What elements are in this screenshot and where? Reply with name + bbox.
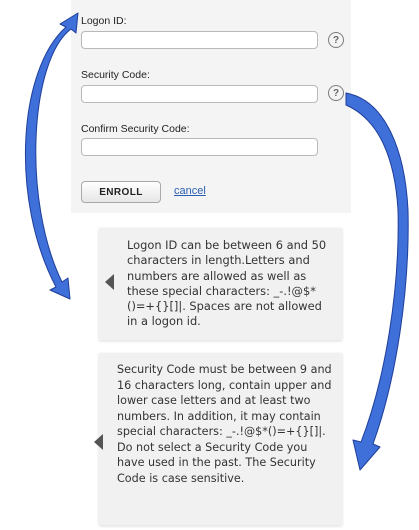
security-code-curved-arrow-icon xyxy=(345,92,409,471)
logon-id-curved-arrow-icon xyxy=(24,12,79,300)
callout-arrows xyxy=(24,12,409,471)
